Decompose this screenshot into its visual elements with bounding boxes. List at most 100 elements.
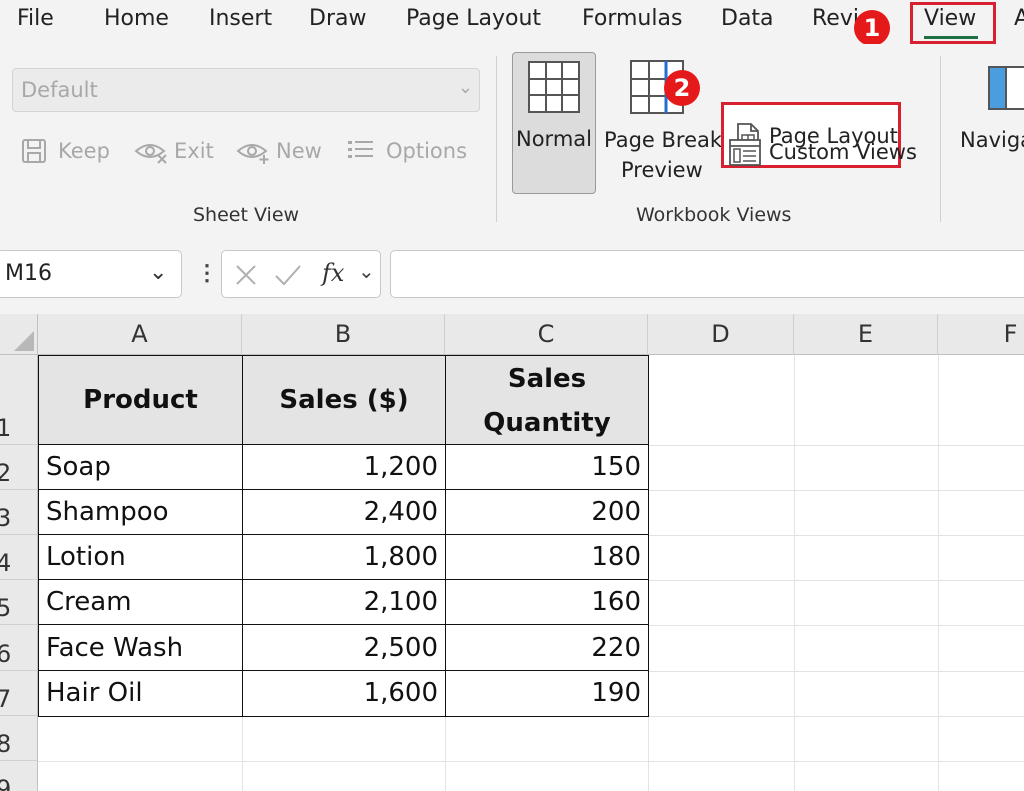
menu-data[interactable]: Data xyxy=(721,6,774,31)
menu-insert[interactable]: Insert xyxy=(209,6,272,31)
column-header-row: A B C D E F xyxy=(0,314,1024,355)
cell-product[interactable]: Soap xyxy=(39,445,243,490)
navigation-pane-icon xyxy=(988,66,1024,110)
row-header-1[interactable]: 1 xyxy=(0,355,38,445)
select-all-corner[interactable] xyxy=(0,314,38,355)
row-number: 2 xyxy=(0,459,12,487)
cell-sales[interactable]: 1,800 xyxy=(243,535,446,580)
gridline xyxy=(38,761,1024,762)
custom-views-button[interactable]: Custom Views xyxy=(726,136,917,170)
cancel-x-icon[interactable] xyxy=(234,263,258,287)
grid-icon xyxy=(528,61,580,113)
new-view-button[interactable]: New xyxy=(236,134,322,168)
header-cell-product[interactable]: Product xyxy=(39,356,243,445)
formula-buttons: fx ⌄ xyxy=(221,250,381,298)
menu-formulas[interactable]: Formulas xyxy=(582,6,682,31)
column-header-f[interactable]: F xyxy=(938,314,1024,355)
sheet-view-dropdown[interactable]: Default ⌄ xyxy=(12,68,480,112)
formula-bar-area: M16 ⌄ ⋮ fx ⌄ xyxy=(0,234,1024,314)
cell-product[interactable]: Cream xyxy=(39,580,243,625)
menu-home[interactable]: Home xyxy=(104,6,169,31)
insert-function-icon[interactable]: fx xyxy=(322,259,344,287)
page-break-preview-button[interactable]: Page Break Preview xyxy=(600,52,722,194)
cell-product[interactable]: Face Wash xyxy=(39,625,243,671)
column-header-c[interactable]: C xyxy=(445,314,648,355)
column-header-a[interactable]: A xyxy=(38,314,242,355)
eye-exit-icon xyxy=(134,144,167,164)
cell-product[interactable]: Shampoo xyxy=(39,490,243,535)
cell-quantity[interactable]: 160 xyxy=(446,580,648,625)
menu-page-layout[interactable]: Page Layout xyxy=(406,6,541,31)
row-number: 8 xyxy=(0,730,12,758)
row-header-2[interactable]: 2 xyxy=(0,445,38,490)
formula-input[interactable] xyxy=(390,250,1024,298)
cell-product[interactable]: Hair Oil xyxy=(39,671,243,716)
row-header-7[interactable]: 7 xyxy=(0,671,38,716)
menu-next-truncated[interactable]: A xyxy=(1014,6,1024,31)
menu-review[interactable]: Revi xyxy=(812,6,859,31)
gridline xyxy=(242,716,243,791)
exit-button[interactable]: Exit xyxy=(134,134,214,168)
list-options-icon xyxy=(348,141,373,158)
cell-sales[interactable]: 2,400 xyxy=(243,490,446,535)
name-box[interactable]: M16 ⌄ xyxy=(0,250,182,298)
step-badge-2: 2 xyxy=(664,70,700,106)
cell-sales[interactable]: 1,600 xyxy=(243,671,446,716)
row-number: 9 xyxy=(0,775,12,791)
exit-label: Exit xyxy=(174,139,214,163)
options-label: Options xyxy=(386,139,468,163)
navigation-label: Naviga xyxy=(960,128,1024,152)
header-cell-quantity[interactable]: Sales Quantity xyxy=(446,356,648,445)
more-options-icon[interactable]: ⋮ xyxy=(196,260,218,286)
menu-file[interactable]: File xyxy=(17,6,54,31)
gridline xyxy=(445,716,446,791)
spreadsheet-grid: A B C D E F 1 2 3 4 5 6 7 8 9 Product Sa… xyxy=(0,314,1024,791)
row-number: 4 xyxy=(0,549,12,577)
cell-sales[interactable]: 1,200 xyxy=(243,445,446,490)
row-number: 3 xyxy=(0,504,12,532)
save-icon xyxy=(22,139,46,163)
eye-new-icon xyxy=(236,144,269,164)
chevron-down-icon: ⌄ xyxy=(149,259,168,284)
custom-views-icon xyxy=(729,139,761,166)
header-cell-sales[interactable]: Sales ($) xyxy=(243,356,446,445)
cell-quantity[interactable]: 220 xyxy=(446,625,648,671)
header-quantity-line2: Quantity xyxy=(483,408,611,438)
new-label: New xyxy=(276,139,322,163)
cell-quantity[interactable]: 150 xyxy=(446,445,648,490)
header-quantity-line1: Sales xyxy=(507,364,587,394)
row-number: 7 xyxy=(0,685,12,713)
cell-quantity[interactable]: 190 xyxy=(446,671,648,716)
row-number: 1 xyxy=(0,414,12,442)
chevron-down-icon: ⌄ xyxy=(457,77,473,97)
row-number: 6 xyxy=(0,640,12,668)
name-box-value: M16 xyxy=(5,261,52,286)
navigation-button[interactable]: Naviga xyxy=(958,52,1024,194)
cell-sales[interactable]: 2,500 xyxy=(243,625,446,671)
row-header-6[interactable]: 6 xyxy=(0,625,38,671)
data-table: Product Sales ($) Sales Quantity Soap 1,… xyxy=(38,355,649,717)
enter-check-icon[interactable] xyxy=(274,263,302,287)
step-badge-1: 1 xyxy=(854,10,890,46)
options-button[interactable]: Options xyxy=(346,134,470,168)
gridline xyxy=(938,355,939,791)
row-header-8[interactable]: 8 xyxy=(0,716,38,761)
menu-draw[interactable]: Draw xyxy=(309,6,366,31)
keep-button[interactable]: Keep xyxy=(18,134,113,168)
row-header-4[interactable]: 4 xyxy=(0,535,38,580)
cell-product[interactable]: Lotion xyxy=(39,535,243,580)
workbook-views-group-label: Workbook Views xyxy=(636,204,792,226)
row-header-3[interactable]: 3 xyxy=(0,490,38,535)
row-header-5[interactable]: 5 xyxy=(0,580,38,625)
normal-view-button[interactable]: Normal xyxy=(512,52,596,194)
column-header-e[interactable]: E xyxy=(794,314,938,355)
cell-quantity[interactable]: 200 xyxy=(446,490,648,535)
row-header-9[interactable]: 9 xyxy=(0,761,38,791)
gridline xyxy=(794,355,795,791)
group-separator xyxy=(496,56,497,222)
column-header-b[interactable]: B xyxy=(242,314,445,355)
cell-sales[interactable]: 2,100 xyxy=(243,580,446,625)
group-separator xyxy=(940,56,941,222)
cell-quantity[interactable]: 180 xyxy=(446,535,648,580)
column-header-d[interactable]: D xyxy=(648,314,794,355)
